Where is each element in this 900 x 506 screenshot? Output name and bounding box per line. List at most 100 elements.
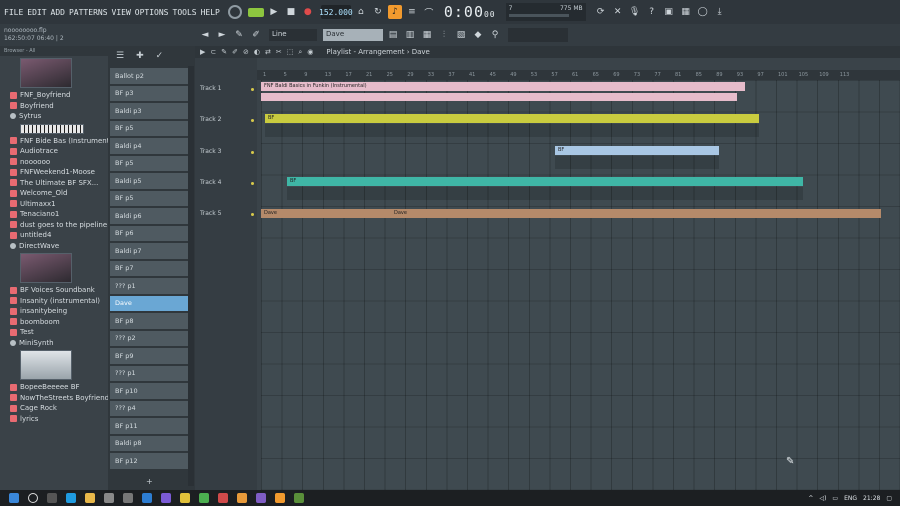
track-mute-3[interactable] [251, 151, 254, 154]
pattern-item[interactable]: BF p9 [110, 348, 191, 364]
zoom-icon[interactable]: ⌕ [298, 48, 302, 57]
tray-network-icon[interactable]: ▭ [832, 495, 838, 502]
loop-icon[interactable]: ↻ [371, 5, 385, 19]
browser-item[interactable]: NowTheStreets Boyfriend [0, 393, 108, 404]
app-icon-6[interactable] [294, 493, 304, 503]
fl-studio-icon[interactable] [275, 493, 285, 503]
pattern-item[interactable]: BF p11 [110, 418, 191, 434]
browser-item[interactable]: Boyfriend [0, 101, 108, 112]
browser-item[interactable]: Audiotrace [0, 146, 108, 157]
slice-icon[interactable]: ✂ [276, 48, 282, 56]
menu-add[interactable]: ADD [51, 8, 65, 17]
browser-item[interactable]: The Ultimate BF SFX... [0, 178, 108, 189]
browser-item[interactable]: FNFWeekend1-Moose [0, 167, 108, 178]
slip-icon[interactable]: ⇄ [265, 48, 271, 56]
browser-item[interactable]: Welcome_Old [0, 188, 108, 199]
browser-item[interactable]: BF Voices Soundbank [0, 285, 108, 296]
timeline-ruler[interactable]: 1 5 9 13 17 21 25 29 33 37 41 45 49 53 57 61 65 69 73 77 81 8… [257, 70, 900, 80]
master-volume-knob[interactable] [227, 5, 242, 19]
help-icon[interactable]: ? [645, 5, 659, 19]
clip-track3[interactable]: BF [555, 146, 719, 155]
mail-icon[interactable] [123, 493, 133, 503]
paint-icon[interactable]: ✐ [249, 28, 263, 42]
rack-check-icon[interactable]: ✓ [156, 51, 164, 61]
brush-icon[interactable]: ✐ [232, 48, 238, 56]
track-header-5[interactable]: Track 5 [195, 210, 255, 217]
track-header-2[interactable]: Track 2 [195, 116, 255, 123]
clip-track1-wave[interactable] [261, 93, 737, 101]
draw-icon[interactable]: ✎ [232, 28, 246, 42]
wait-icon[interactable]: ♪ [387, 5, 402, 19]
browser-item[interactable]: Insanity (instrumental) [0, 296, 108, 307]
app-icon-2[interactable] [199, 493, 209, 503]
rack-add-icon[interactable]: ✚ [136, 51, 144, 61]
pattern-item[interactable]: Baldi p8 [110, 435, 191, 451]
track-mute-4[interactable] [251, 182, 254, 185]
pattern-select[interactable]: Dave [323, 29, 383, 41]
menu-patterns[interactable]: PATTERNS [69, 8, 108, 17]
mic-icon[interactable]: 🎙 [628, 5, 642, 19]
app-icon-4[interactable] [237, 493, 247, 503]
store-icon[interactable] [104, 493, 114, 503]
rack-menu-icon[interactable]: ☰ [116, 51, 124, 61]
pattern-item[interactable]: Baldi p7 [110, 243, 191, 259]
step-edit-icon[interactable]: ≡ [405, 5, 419, 19]
notification-icon[interactable]: ▢ [886, 495, 892, 502]
back-arrow-icon[interactable]: ◄ [198, 28, 212, 42]
menu-help[interactable]: HELP [201, 8, 220, 17]
pattern-item[interactable]: BF p5 [110, 155, 191, 171]
pattern-item[interactable]: Ballot p2 [110, 68, 191, 84]
song-time-display[interactable]: 0:0000 [444, 3, 496, 21]
mute-icon[interactable]: ◐ [254, 48, 260, 56]
clip-track5-b[interactable]: Dave [391, 209, 881, 218]
tray-chevron-icon[interactable]: ^ [808, 495, 813, 502]
pattern-item[interactable]: ??? p1 [110, 278, 191, 294]
pattern-item[interactable]: BF p5 [110, 120, 191, 136]
browser-item[interactable]: Sytrus [0, 111, 108, 122]
add-pattern-button[interactable]: + [146, 477, 153, 486]
task-view-icon[interactable] [47, 493, 57, 503]
browser-item[interactable]: Cage Rock [0, 403, 108, 414]
stop-icon[interactable]: ■ [284, 5, 298, 19]
playlist-menu-icon[interactable]: ▶ [200, 48, 205, 56]
pattern-item[interactable]: BF p8 [110, 313, 191, 329]
tempo-display[interactable]: 152.000 [319, 5, 353, 19]
forward-arrow-icon[interactable]: ► [215, 28, 229, 42]
tray-volume-icon[interactable]: ◁) [819, 495, 826, 502]
rack-scrollbar[interactable] [188, 66, 194, 486]
edge-icon[interactable] [66, 493, 76, 503]
menu-options[interactable]: OPTIONS [135, 8, 169, 17]
menu-view[interactable]: VIEW [112, 8, 131, 17]
clip-track5-a[interactable]: Dave [261, 209, 391, 218]
chrome-icon[interactable] [180, 493, 190, 503]
pattern-item[interactable]: ??? p2 [110, 330, 191, 346]
plugin-icon[interactable]: ◆ [471, 28, 485, 42]
mixer-icon[interactable]: ⫶ [437, 28, 451, 42]
save-icon[interactable]: ▣ [662, 5, 676, 19]
track-header-3[interactable]: Track 3 [195, 148, 255, 155]
browser-item[interactable]: Test [0, 327, 108, 338]
snap-select[interactable]: Line [269, 29, 317, 41]
pattern-item[interactable]: Baldi p6 [110, 208, 191, 224]
browser-item[interactable]: noooooo [0, 157, 108, 168]
tray-language[interactable]: ENG [844, 495, 857, 502]
track-header-4[interactable]: Track 4 [195, 179, 255, 186]
pattern-item[interactable]: Dave [110, 295, 191, 311]
track-mute-1[interactable] [251, 88, 254, 91]
browser-item[interactable]: MiniSynth [0, 338, 108, 349]
browser-item[interactable]: lyrics [0, 414, 108, 425]
delete-icon[interactable]: ⊘ [243, 48, 249, 56]
browser-item[interactable]: Tenaciano1 [0, 209, 108, 220]
pattern-song-toggle[interactable] [247, 7, 264, 17]
select-icon[interactable]: ⬚ [287, 48, 294, 56]
app-icon-1[interactable] [142, 493, 152, 503]
blend-icon[interactable]: ⌒ [422, 5, 436, 19]
metronome-icon[interactable]: ⌂ [354, 5, 368, 19]
pattern-item[interactable]: Baldi p5 [110, 173, 191, 189]
channel-rack-icon[interactable]: ▦ [420, 28, 434, 42]
pattern-item[interactable]: BF p7 [110, 260, 191, 276]
menu-tools[interactable]: TOOLS [173, 8, 197, 17]
discord-icon[interactable] [161, 493, 171, 503]
browser-item[interactable]: BopeeBeeeee BF [0, 382, 108, 393]
browser-item[interactable]: Ultimaxx1 [0, 199, 108, 210]
